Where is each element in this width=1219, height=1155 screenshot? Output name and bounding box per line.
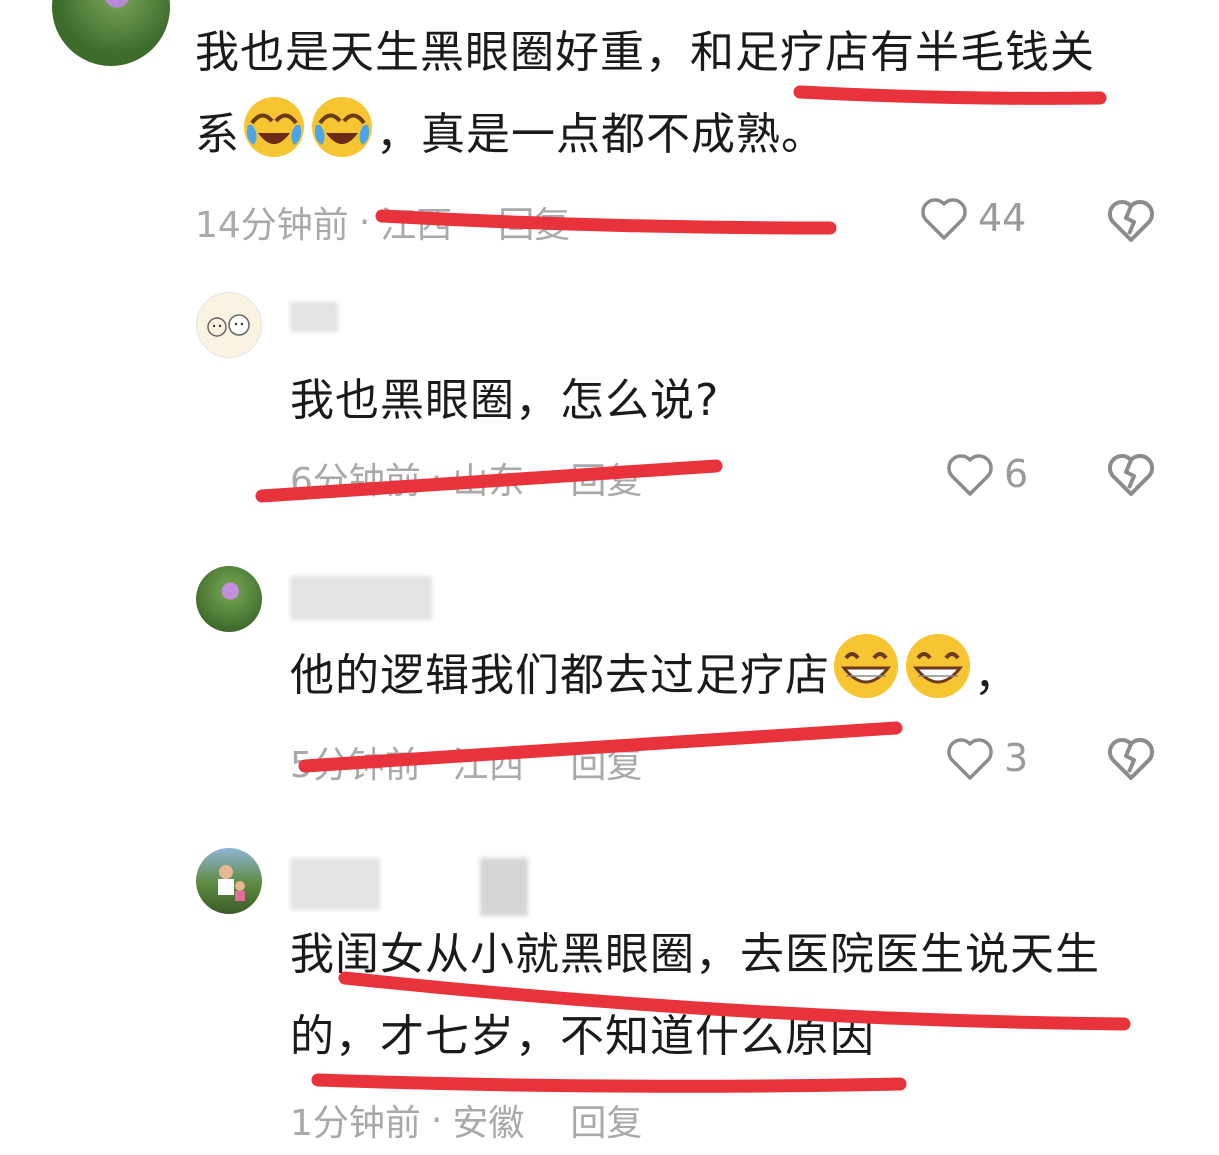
comment-text: 他的逻辑我们都去过足疗店， — [290, 632, 1019, 727]
timestamp: 14分钟前 — [195, 205, 349, 246]
avatar[interactable] — [196, 292, 262, 358]
broken-heart-icon — [1107, 737, 1155, 780]
comment-text: 我也是天生黑眼圈好重，和足疗店有半毛钱关 系，真是一点都不成熟。 — [195, 12, 1185, 186]
meta-separator: · — [358, 201, 371, 243]
username-blurred — [290, 858, 380, 910]
comment-meta: 5分钟前 · 江西 回复 — [290, 736, 642, 788]
avatar[interactable] — [196, 566, 262, 632]
comment-meta: 6分钟前 · 山东 回复 — [290, 452, 642, 504]
meta-separator: · — [430, 1099, 443, 1141]
username-blurred — [290, 576, 432, 620]
timestamp: 1分钟前 — [290, 1103, 421, 1144]
like-button[interactable]: 6 — [944, 448, 1028, 500]
dislike-button[interactable] — [1104, 446, 1158, 504]
timestamp: 6分钟前 — [290, 461, 421, 502]
comment-text: 我闺女从小就黑眼圈，去医院医生说天生 的，才七岁，不知道什么原因 — [290, 929, 1100, 1062]
comment-meta: 14分钟前 · 江西 回复 — [195, 196, 570, 248]
meta-separator: · — [430, 741, 443, 783]
heart-icon — [947, 454, 993, 496]
like-count: 44 — [978, 196, 1027, 240]
reply-button[interactable]: 回复 — [498, 196, 570, 248]
dislike-button[interactable] — [1104, 192, 1158, 250]
reply-button[interactable]: 回复 — [570, 736, 642, 788]
like-count: 3 — [1004, 736, 1029, 780]
location: 江西 — [380, 205, 453, 246]
avatar[interactable] — [196, 848, 262, 914]
comment-text: 我也黑眼圈，怎么说? — [290, 375, 720, 426]
laughing-crying-emoji-icon — [310, 95, 374, 186]
timestamp: 5分钟前 — [290, 745, 421, 786]
red-underline — [311, 1073, 907, 1093]
username-blurred — [290, 302, 338, 332]
username-blurred — [480, 858, 528, 916]
broken-heart-icon — [1107, 199, 1155, 242]
heart-icon — [921, 198, 967, 240]
broken-heart-icon — [1107, 453, 1155, 496]
heart-icon — [947, 738, 993, 780]
meta-separator: · — [430, 457, 443, 499]
location: 江西 — [452, 745, 525, 786]
comment-meta: 1分钟前 · 安徽 回复 — [290, 1094, 642, 1146]
location: 山东 — [452, 461, 525, 502]
reply-button[interactable]: 回复 — [570, 452, 642, 504]
like-button[interactable]: 44 — [918, 192, 1026, 244]
avatar[interactable] — [52, 0, 170, 66]
grinning-emoji-icon — [904, 632, 972, 727]
like-count: 6 — [1004, 452, 1029, 496]
like-button[interactable]: 3 — [944, 732, 1028, 784]
location: 安徽 — [452, 1103, 525, 1144]
laughing-crying-emoji-icon — [242, 95, 306, 186]
reply-button[interactable]: 回复 — [570, 1094, 642, 1146]
grinning-emoji-icon — [832, 632, 900, 727]
dislike-button[interactable] — [1104, 730, 1158, 788]
